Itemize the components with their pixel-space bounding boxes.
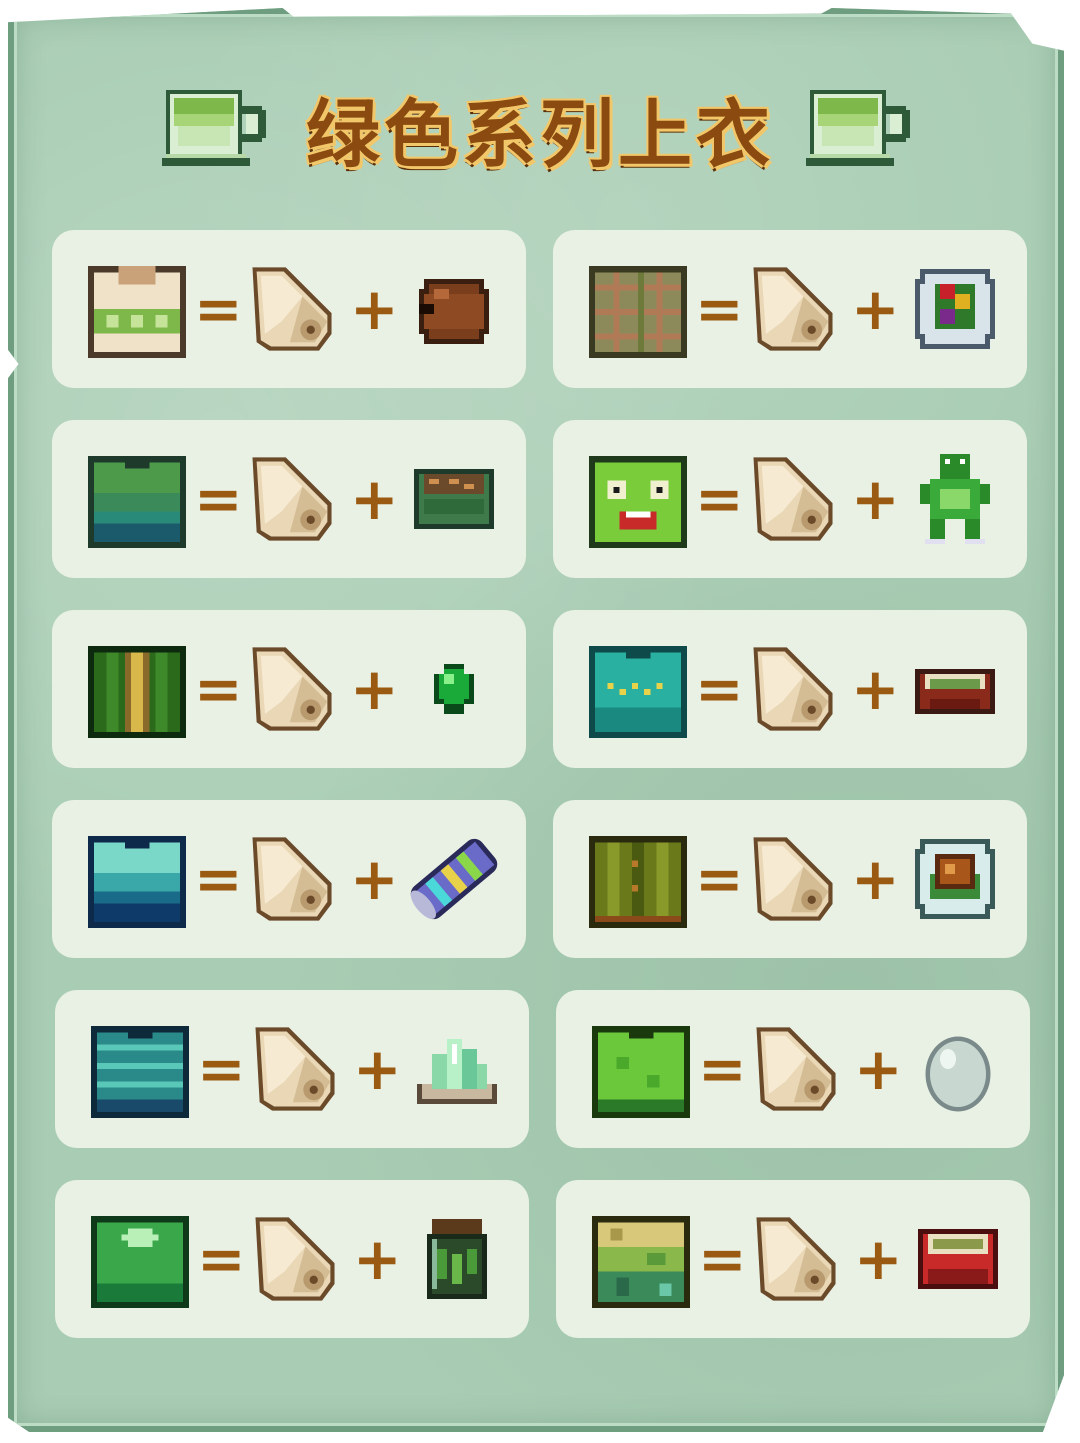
cloth-roll-icon	[240, 639, 344, 739]
recipe-card: = +	[52, 610, 526, 768]
page-title: 绿色系列上衣	[306, 91, 774, 178]
equals-sign: =	[194, 465, 243, 533]
equals-sign: =	[695, 655, 744, 723]
recipe-card: = +	[553, 610, 1027, 768]
green-tea-cup-icon	[162, 90, 266, 166]
cloth-roll-icon	[744, 1209, 848, 1309]
green-teal-gradient-shirt-icon	[88, 456, 186, 548]
cloth-roll-icon	[741, 829, 845, 929]
equals-sign: =	[695, 275, 744, 343]
cream-green-zigzag-shirt-icon	[88, 266, 186, 358]
red-soup-bowl-icon	[918, 1229, 998, 1289]
equals-sign: =	[194, 845, 243, 913]
equals-sign: =	[197, 1035, 246, 1103]
cloth-roll-icon	[240, 449, 344, 549]
brown-pot-icon	[419, 279, 489, 344]
recipe-card: = +	[556, 990, 1030, 1148]
cloth-roll-icon	[741, 259, 845, 359]
plus-sign: +	[851, 465, 900, 533]
plus-sign: +	[350, 655, 399, 723]
plus-sign: +	[353, 1225, 402, 1293]
cloth-roll-icon	[744, 1019, 848, 1119]
cloth-roll-icon	[243, 1019, 347, 1119]
plus-sign: +	[353, 1035, 402, 1103]
green-frog-icon	[920, 454, 990, 544]
teal-stripe-shirt-icon	[91, 1026, 189, 1118]
plus-sign: +	[854, 1035, 903, 1103]
lime-green-shirt-icon	[592, 1026, 690, 1118]
cloth-roll-icon	[240, 829, 344, 929]
plus-sign: +	[854, 1225, 903, 1293]
equals-sign: =	[695, 465, 744, 533]
crystal-cluster-icon	[417, 1039, 497, 1104]
teal-gradient-shirt-icon	[88, 836, 186, 928]
plus-sign: +	[851, 655, 900, 723]
teal-yellow-zigzag-shirt-icon	[589, 646, 687, 738]
green-bowl-icon	[414, 469, 494, 529]
cloth-roll-icon	[741, 449, 845, 549]
plus-sign: +	[350, 275, 399, 343]
title-row: 绿色系列上衣	[0, 78, 1080, 178]
plus-sign: +	[350, 845, 399, 913]
roasted-dish-plate-icon	[915, 839, 995, 919]
frog-face-shirt-icon	[589, 456, 687, 548]
equals-sign: =	[698, 1225, 747, 1293]
cloth-roll-icon	[243, 1209, 347, 1309]
recipe-card: = +	[52, 230, 526, 388]
recipe-card: = +	[553, 420, 1027, 578]
plus-sign: +	[851, 275, 900, 343]
green-tea-cup-icon	[806, 90, 910, 166]
recipe-card: = +	[556, 1180, 1030, 1338]
emerald-gem-icon	[434, 664, 474, 714]
recipe-card: = +	[52, 800, 526, 958]
pale-egg-icon	[925, 1036, 991, 1112]
olive-jacket-shirt-icon	[589, 836, 687, 928]
recipe-card: = +	[52, 420, 526, 578]
recipe-card: = +	[553, 230, 1027, 388]
green-diamond-shirt-icon	[91, 1216, 189, 1308]
yellow-green-camo-shirt-icon	[592, 1216, 690, 1308]
equals-sign: =	[194, 655, 243, 723]
plus-sign: +	[851, 845, 900, 913]
equals-sign: =	[194, 275, 243, 343]
recipe-card: = +	[55, 990, 529, 1148]
salad-plate-icon	[915, 269, 995, 349]
pickle-jar-icon	[427, 1219, 487, 1299]
plus-sign: +	[350, 465, 399, 533]
equals-sign: =	[695, 845, 744, 913]
cloth-roll-icon	[741, 639, 845, 739]
recipe-card: = +	[55, 1180, 529, 1338]
equals-sign: =	[197, 1225, 246, 1293]
prismatic-roll-icon	[410, 838, 498, 920]
dark-green-yellow-stripe-shirt-icon	[88, 646, 186, 738]
brown-green-plaid-shirt-icon	[589, 266, 687, 358]
equals-sign: =	[698, 1035, 747, 1103]
cloth-roll-icon	[240, 259, 344, 359]
recipe-card: = +	[553, 800, 1027, 958]
green-soup-bowl-icon	[915, 669, 995, 714]
